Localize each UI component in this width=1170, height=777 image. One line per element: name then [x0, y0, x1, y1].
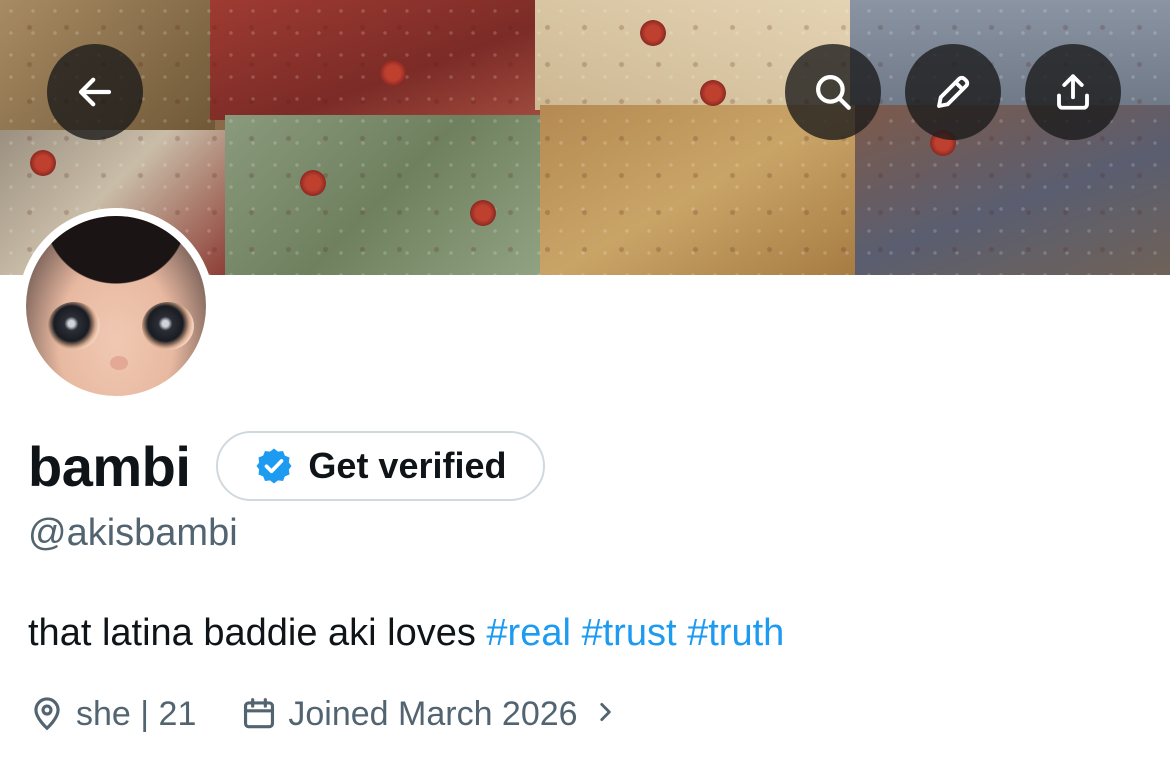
location-pin-icon: [34, 697, 60, 731]
banner-flower: [640, 20, 666, 46]
name-row: bambi Get verified: [28, 430, 545, 502]
search-button[interactable]: [785, 44, 881, 140]
get-verified-button[interactable]: Get verified: [216, 431, 545, 501]
location-text: she | 21: [76, 694, 197, 733]
hashtag-real[interactable]: #real: [486, 612, 571, 654]
search-icon: [816, 75, 851, 110]
location-item: she | 21: [28, 695, 196, 734]
avatar-eye: [142, 302, 194, 350]
share-button[interactable]: [1025, 44, 1121, 140]
bio: that latina baddie aki loves #real #trus…: [28, 612, 784, 655]
verified-badge-icon: [256, 448, 292, 484]
avatar-image: [26, 216, 206, 396]
user-handle: @akisbambi: [28, 512, 238, 554]
pencil-icon: [937, 75, 970, 108]
banner-flower: [470, 200, 496, 226]
joined-date-link[interactable]: Joined March 2026: [240, 695, 617, 734]
bio-text: that latina baddie aki loves: [28, 612, 487, 654]
back-button[interactable]: [47, 44, 143, 140]
joined-text: Joined March 2026: [288, 694, 578, 733]
hashtag-trust[interactable]: #trust: [581, 612, 676, 654]
banner-flower: [300, 170, 326, 196]
share-upload-icon: [1057, 74, 1089, 110]
chevron-right-icon: [592, 695, 618, 734]
get-verified-label: Get verified: [308, 445, 507, 486]
profile-meta: she | 21 Joined March 2026: [28, 690, 618, 738]
avatar[interactable]: [18, 208, 214, 404]
arrow-left-icon: [78, 77, 112, 107]
banner-flower: [700, 80, 726, 106]
banner-flower: [380, 60, 406, 86]
avatar-nose: [110, 356, 128, 370]
display-name: bambi: [28, 434, 191, 498]
avatar-eye: [48, 302, 100, 350]
hashtag-truth[interactable]: #truth: [687, 612, 784, 654]
avatar-hair: [26, 216, 206, 303]
banner-flower: [30, 150, 56, 176]
edit-button[interactable]: [905, 44, 1001, 140]
calendar-icon: [244, 698, 275, 729]
